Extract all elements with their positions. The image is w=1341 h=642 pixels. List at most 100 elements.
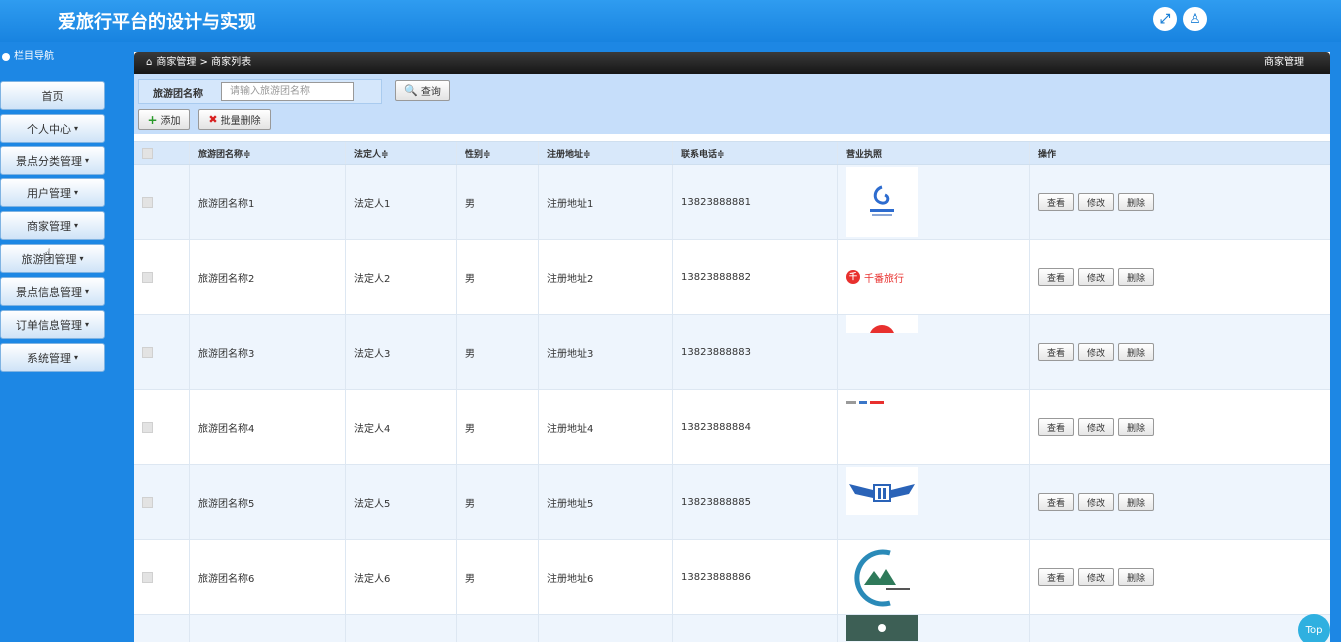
edit-button[interactable]: 修改 <box>1078 343 1115 361</box>
sidebar-item-label: 个人中心 <box>26 122 71 136</box>
delete-button[interactable]: 删除 <box>1118 343 1155 361</box>
column-header-gender[interactable]: 性别≑ <box>457 142 539 164</box>
view-button[interactable]: 查看 <box>1038 193 1075 211</box>
cell-license <box>838 390 1030 464</box>
edit-button[interactable]: 修改 <box>1078 268 1115 286</box>
sidebar-item-users[interactable]: 用户管理 ▾ <box>0 178 105 207</box>
caret-down-icon: ▾ <box>79 254 84 263</box>
table-row: 旅游团名称5 法定人5 男 注册地址5 13823888885 查看 修改 删除 <box>134 465 1330 540</box>
license-image[interactable] <box>846 542 918 612</box>
sidebar-item-category[interactable]: 景点分类管理 ▾ <box>0 146 105 175</box>
table-row: 旅游团名称2 法定人2 男 注册地址2 13823888882 千 千番旅行 查… <box>134 240 1330 315</box>
row-checkbox[interactable] <box>142 496 153 508</box>
small-logo-icon <box>846 400 856 404</box>
breadcrumb: ⌂ 商家管理 > 商家列表 <box>146 52 251 74</box>
sidebar-item-profile[interactable]: 个人中心 ▾ <box>0 114 105 143</box>
table-row: 旅游团名称6 法定人6 男 注册地址6 13823888886 查看 修改 删除 <box>134 540 1330 615</box>
view-button[interactable]: 查看 <box>1038 268 1075 286</box>
column-header-phone[interactable]: 联系电话≑ <box>673 142 838 164</box>
license-image[interactable] <box>846 615 918 641</box>
add-button[interactable]: + 添加 <box>138 109 190 130</box>
wings-logo-icon <box>849 484 915 502</box>
row-checkbox[interactable] <box>142 421 153 433</box>
cell-legal: 法定人6 <box>346 540 457 614</box>
sidebar: 栏目导航 首页 个人中心 ▾ 景点分类管理 ▾ 用户管理 ▾ 商家管理 ▾ 旅游… <box>0 42 110 642</box>
delete-button[interactable]: 删除 <box>1118 493 1155 511</box>
license-logo-text: 千番旅行 <box>864 273 904 285</box>
sidebar-item-home[interactable]: 首页 <box>0 81 105 110</box>
edit-button[interactable]: 修改 <box>1078 193 1115 211</box>
license-image[interactable] <box>846 467 918 515</box>
sidebar-item-system[interactable]: 系统管理 ▾ <box>0 343 105 372</box>
sidebar-item-tours[interactable]: 旅游团管理 ▾ <box>0 244 105 273</box>
search-input[interactable] <box>221 82 354 101</box>
delete-button[interactable]: 删除 <box>1118 568 1155 586</box>
view-button[interactable]: 查看 <box>1038 493 1075 511</box>
cell-address: 注册地址1 <box>539 165 673 239</box>
hand-pointer-icon: ☝ <box>42 245 52 264</box>
caret-down-icon: ▾ <box>73 353 78 362</box>
sidebar-item-orders[interactable]: 订单信息管理 ▾ <box>0 310 105 339</box>
view-button[interactable]: 查看 <box>1038 343 1075 361</box>
main-panel: ⌂ 商家管理 > 商家列表 商家管理 旅游团名称 🔍 查询 + 添加 ✖ 批量删… <box>134 52 1330 642</box>
plus-icon: + <box>147 112 158 127</box>
sidebar-item-attractions[interactable]: 景点信息管理 ▾ <box>0 277 105 306</box>
cell-phone: 13823888882 <box>673 240 838 314</box>
delete-button[interactable]: 删除 <box>1118 268 1155 286</box>
column-header-address[interactable]: 注册地址≑ <box>539 142 673 164</box>
search-icon: 🔍 <box>404 84 418 97</box>
cell-name: 旅游团名称5 <box>190 465 346 539</box>
caret-down-icon: ▾ <box>84 156 89 165</box>
delete-button[interactable]: 删除 <box>1118 193 1155 211</box>
row-checkbox-cell <box>134 165 190 239</box>
row-checkbox[interactable] <box>142 196 153 208</box>
cell-legal: 法定人1 <box>346 165 457 239</box>
view-button[interactable]: 查看 <box>1038 568 1075 586</box>
sidebar-item-merchants[interactable]: 商家管理 ▾ <box>0 211 105 240</box>
license-image[interactable] <box>846 167 918 237</box>
merchant-table: 旅游团名称≑ 法定人≑ 性别≑ 注册地址≑ 联系电话≑ 营业执照 操作 旅游团名… <box>134 141 1330 642</box>
column-header-actions: 操作 <box>1038 149 1057 160</box>
license-image[interactable] <box>846 315 918 333</box>
edit-button[interactable]: 修改 <box>1078 568 1115 586</box>
sidebar-item-label: 系统管理 <box>26 351 71 365</box>
cell-legal: 法定人4 <box>346 390 457 464</box>
batch-delete-button[interactable]: ✖ 批量删除 <box>198 109 271 130</box>
cell-license <box>838 165 1030 239</box>
query-button[interactable]: 🔍 查询 <box>395 80 450 101</box>
delete-button[interactable]: 删除 <box>1118 418 1155 436</box>
cell-license: 千 千番旅行 <box>838 240 1030 314</box>
edit-button[interactable]: 修改 <box>1078 418 1115 436</box>
column-header-legal[interactable]: 法定人≑ <box>346 142 457 164</box>
home-icon[interactable]: ⌂ <box>146 52 152 74</box>
cell-address: 注册地址5 <box>539 465 673 539</box>
travel-agency-logo-icon <box>870 185 894 216</box>
view-button[interactable]: 查看 <box>1038 418 1075 436</box>
cell-gender: 男 <box>457 165 539 239</box>
nav-dot-icon <box>2 53 10 61</box>
cell-actions: 查看 修改 删除 <box>1030 165 1330 239</box>
cell-license <box>838 315 1030 389</box>
cell-name: 旅游团名称4 <box>190 390 346 464</box>
back-to-top-button[interactable]: Top <box>1298 614 1330 642</box>
cell-address: 注册地址2 <box>539 240 673 314</box>
cell-actions: 查看 修改 删除 <box>1030 315 1330 389</box>
row-checkbox[interactable] <box>142 271 153 283</box>
column-header-name[interactable]: 旅游团名称≑ <box>190 142 346 164</box>
cell-name: 旅游团名称3 <box>190 315 346 389</box>
user-icon[interactable]: ♙ <box>1183 7 1207 31</box>
sidebar-item-label: 首页 <box>41 89 64 103</box>
cell-actions: 查看 修改 删除 <box>1030 390 1330 464</box>
table-row: 旅游团名称1 法定人1 男 注册地址1 13823888881 查看 修改 删除 <box>134 165 1330 240</box>
license-image[interactable]: 千 千番旅行 <box>846 242 918 312</box>
fullscreen-icon[interactable]: ⤢ <box>1153 7 1177 31</box>
license-image[interactable] <box>846 396 918 408</box>
edit-button[interactable]: 修改 <box>1078 493 1115 511</box>
caret-down-icon: ▾ <box>73 188 78 197</box>
sidebar-title-label: 栏目导航 <box>14 51 54 62</box>
row-checkbox-cell <box>134 240 190 314</box>
row-checkbox[interactable] <box>142 346 153 358</box>
select-all-checkbox[interactable] <box>142 147 153 159</box>
row-checkbox[interactable] <box>142 571 153 583</box>
app-header: 爱旅行平台的设计与实现 ⤢ ♙ <box>0 0 1341 42</box>
